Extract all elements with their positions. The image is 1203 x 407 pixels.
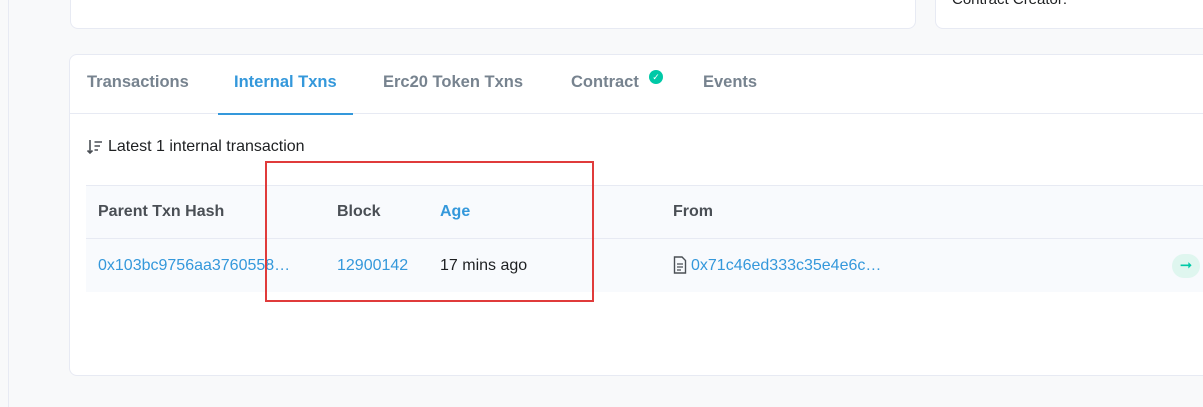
from-address-link[interactable]: 0x71c46ed333c35e4e6c…: [691, 239, 881, 292]
header-parent-txn-hash: Parent Txn Hash: [98, 203, 225, 220]
contract-creator-label: Contract Creator:: [952, 0, 1067, 8]
sort-desc-icon: [86, 140, 102, 155]
tab-events[interactable]: Events: [703, 55, 757, 114]
block-link[interactable]: 12900142: [337, 239, 408, 292]
transactions-summary: Latest 1 internal transaction: [86, 137, 305, 157]
parent-txn-hash-link[interactable]: 0x103bc9756aa3760558…: [98, 239, 290, 292]
contract-file-icon: [673, 256, 687, 274]
check-circle-icon: ✓: [649, 70, 663, 84]
tab-contract[interactable]: Contract: [571, 55, 639, 114]
table-row: 0x103bc9756aa3760558… 12900142 17 mins a…: [86, 239, 1203, 292]
header-block: Block: [337, 203, 381, 220]
overview-card: [70, 0, 916, 29]
header-from: From: [673, 203, 713, 220]
tab-internal-txns[interactable]: Internal Txns: [218, 55, 353, 115]
summary-text: Latest 1 internal transaction: [108, 138, 305, 155]
tab-internal-txns-label: Internal Txns: [234, 73, 337, 91]
page-left-border: [8, 0, 9, 407]
more-info-card: Contract Creator:: [935, 0, 1203, 29]
table-header: Parent Txn Hash Block Age From: [86, 185, 1203, 239]
tab-contract-label: Contract: [571, 73, 639, 91]
tab-erc20-token-txns[interactable]: Erc20 Token Txns: [383, 55, 523, 114]
tab-bar: Transactions Internal Txns Erc20 Token T…: [70, 55, 1203, 115]
header-age-toggle[interactable]: Age: [440, 186, 470, 238]
transactions-card: Transactions Internal Txns Erc20 Token T…: [69, 54, 1203, 376]
tab-transactions[interactable]: Transactions: [87, 55, 189, 114]
age-value: 17 mins ago: [440, 257, 528, 274]
arrow-right-icon: ➞: [1172, 254, 1200, 278]
